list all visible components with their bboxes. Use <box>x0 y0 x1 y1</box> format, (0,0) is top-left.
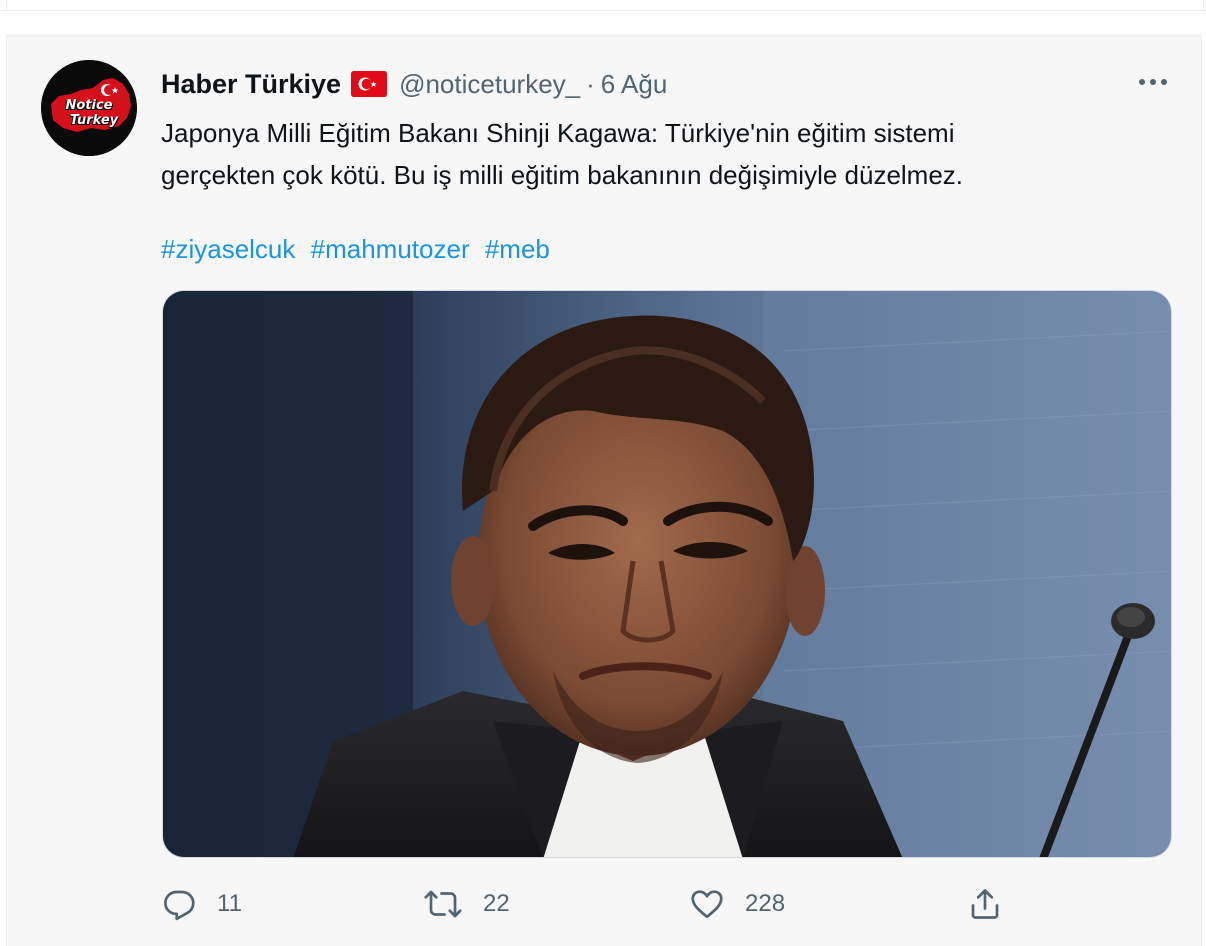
hashtags: #ziyaselcuk #mahmutozer #meb <box>161 228 558 270</box>
retweet-button[interactable]: 22 <box>423 884 510 924</box>
retweet-icon <box>424 890 462 918</box>
user-handle[interactable]: @noticeturkey_ <box>399 69 580 100</box>
portrait-photo-icon <box>163 291 1171 857</box>
share-button[interactable] <box>967 884 1003 924</box>
heart-icon <box>691 890 723 919</box>
tweet-card[interactable]: Notice Turkey Haber Türkiye @noticeturke… <box>6 35 1202 946</box>
like-button[interactable]: 228 <box>689 884 785 924</box>
more-dots-icon <box>1139 79 1167 85</box>
reply-button[interactable]: 11 <box>161 884 242 924</box>
tweet-photo[interactable] <box>162 290 1172 858</box>
more-options-button[interactable] <box>1135 66 1171 98</box>
retweet-count: 22 <box>483 890 510 917</box>
avatar-text-line1: Notice <box>65 98 113 113</box>
separator-dot: · <box>586 68 595 99</box>
reply-icon <box>164 890 195 921</box>
previous-tweet-edge <box>0 0 1206 11</box>
hashtag-link[interactable]: #meb <box>485 234 550 264</box>
tweet-text-line: gerçekten çok kötü. Bu iş milli eğitim b… <box>161 160 964 190</box>
tweet-actions: 11 22 228 <box>161 884 1171 924</box>
avatar-text-line2: Turkey <box>69 113 119 128</box>
hashtag-link[interactable]: #ziyaselcuk <box>161 234 295 264</box>
tweet-text: Japonya Milli Eğitim Bakanı Shinji Kagaw… <box>161 112 1161 196</box>
previous-tweet-border <box>6 0 1204 10</box>
tweet-text-line: Japonya Milli Eğitim Bakanı Shinji Kagaw… <box>161 118 955 148</box>
like-count: 228 <box>745 890 786 917</box>
avatar[interactable]: Notice Turkey <box>41 60 137 156</box>
tweet-date[interactable]: 6 Ağu <box>601 69 668 100</box>
display-name[interactable]: Haber Türkiye <box>161 69 341 100</box>
share-icon <box>971 889 999 919</box>
turkey-flag-icon <box>351 71 388 97</box>
tweet-header: Haber Türkiye @noticeturkey_ · 6 Ağu <box>161 66 667 102</box>
hashtag-link[interactable]: #mahmutozer <box>311 234 470 264</box>
feed-gap <box>0 11 1206 35</box>
reply-count: 11 <box>217 890 242 917</box>
